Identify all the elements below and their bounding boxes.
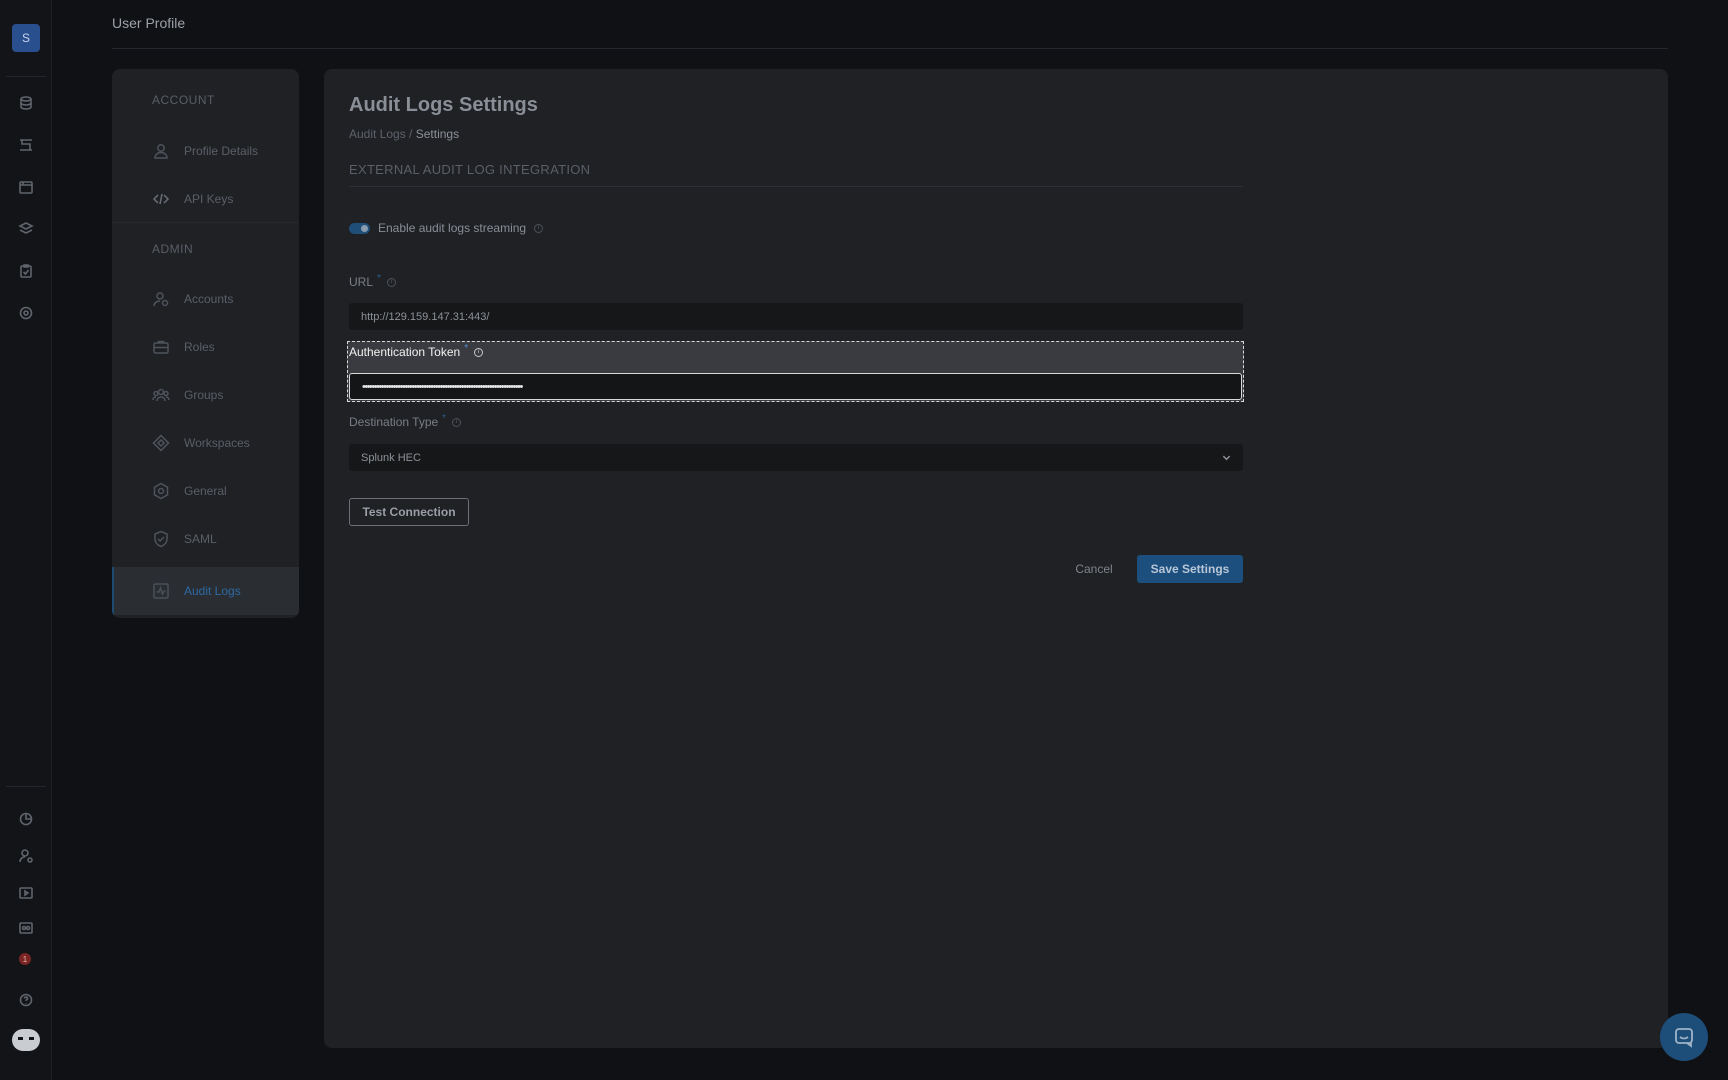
destination-type-label-text: Destination Type xyxy=(349,415,439,429)
nav-section-admin: ADMIN xyxy=(152,242,194,256)
info-icon[interactable]: i xyxy=(534,223,544,233)
auth-token-input[interactable]: ••••••••••••••••••••••••••••••••••••••••… xyxy=(349,373,1242,400)
streaming-toggle-row: Enable audit logs streaming i xyxy=(349,221,544,235)
breadcrumb: Audit Logs / Settings xyxy=(349,127,459,141)
briefcase-icon xyxy=(153,340,169,354)
settings-nav: ACCOUNT Profile Details API Keys ADMIN A… xyxy=(112,69,299,618)
cancel-button[interactable]: Cancel xyxy=(1062,555,1126,583)
required-mark: * xyxy=(464,342,469,354)
nav-item-label: Roles xyxy=(184,340,215,354)
breadcrumb-current: Settings xyxy=(415,127,460,141)
database-icon[interactable] xyxy=(14,91,38,115)
nav-item-roles[interactable]: Roles xyxy=(112,325,299,369)
nav-item-label: General xyxy=(184,484,227,498)
required-mark: * xyxy=(377,272,381,284)
required-mark: * xyxy=(442,412,447,424)
info-icon[interactable]: i xyxy=(452,417,462,427)
groups-icon xyxy=(152,388,170,402)
page-title: Audit Logs Settings xyxy=(349,94,538,116)
server-icon[interactable] xyxy=(14,916,38,940)
user-settings-icon[interactable] xyxy=(14,844,38,868)
info-icon[interactable]: i xyxy=(386,277,396,287)
audit-logs-settings-panel: Audit Logs Settings Audit Logs / Setting… xyxy=(324,69,1668,1048)
url-input[interactable]: http://129.159.147.31:443/ xyxy=(349,303,1243,330)
diamond-icon xyxy=(152,434,170,452)
nav-divider xyxy=(112,222,299,223)
nav-section-account: ACCOUNT xyxy=(152,93,215,107)
workspace-avatar[interactable]: S xyxy=(12,24,40,52)
nav-item-accounts[interactable]: Accounts xyxy=(112,277,299,321)
url-label: URL * i xyxy=(349,272,396,289)
header-divider xyxy=(112,48,1668,49)
pie-chart-icon[interactable] xyxy=(14,807,38,831)
nav-item-label: API Keys xyxy=(184,192,234,206)
app-rail: S 1 xyxy=(0,0,52,1080)
target-icon[interactable] xyxy=(14,301,38,325)
nav-item-workspaces[interactable]: Workspaces xyxy=(112,421,299,465)
pipeline-icon[interactable] xyxy=(14,133,38,157)
auth-token-label: Authentication Token * i xyxy=(349,342,484,359)
auth-token-field-focused: Authentication Token * i •••••••••••••••… xyxy=(347,341,1244,402)
code-icon xyxy=(152,193,170,205)
section-heading: EXTERNAL AUDIT LOG INTEGRATION xyxy=(349,162,591,177)
nav-item-profile-details[interactable]: Profile Details xyxy=(112,129,299,173)
destination-type-select[interactable]: Splunk HEC xyxy=(349,444,1243,471)
section-divider xyxy=(349,186,1243,187)
save-settings-button[interactable]: Save Settings xyxy=(1137,555,1243,583)
calendar-icon[interactable] xyxy=(14,175,38,199)
chevron-down-icon xyxy=(1222,453,1231,462)
user-icon xyxy=(154,144,168,159)
toggle-knob xyxy=(361,224,368,232)
nav-item-label: Groups xyxy=(184,388,224,402)
url-label-text: URL xyxy=(349,275,374,289)
nav-item-general[interactable]: General xyxy=(112,469,299,513)
nav-item-label: Workspaces xyxy=(184,436,250,450)
rail-divider xyxy=(6,786,46,787)
nav-item-label: Audit Logs xyxy=(184,584,241,598)
destination-type-label: Destination Type * i xyxy=(349,412,462,429)
nav-item-saml[interactable]: SAML xyxy=(112,517,299,561)
accounts-icon xyxy=(153,292,169,307)
breadcrumb-parent[interactable]: Audit Logs xyxy=(349,127,406,141)
activity-icon xyxy=(153,583,169,599)
chat-launcher-button[interactable] xyxy=(1660,1013,1708,1061)
chat-icon xyxy=(1675,1028,1693,1048)
shield-icon xyxy=(154,530,168,548)
info-icon[interactable]: i xyxy=(474,347,484,357)
help-icon[interactable] xyxy=(14,988,38,1012)
test-connection-button[interactable]: Test Connection xyxy=(349,498,469,526)
page-header-title: User Profile xyxy=(112,15,186,31)
nav-item-audit-logs[interactable]: Audit Logs xyxy=(112,567,299,615)
notification-badge[interactable]: 1 xyxy=(19,953,31,965)
rail-divider xyxy=(6,76,46,77)
breadcrumb-separator: / xyxy=(405,127,416,141)
nav-item-label: SAML xyxy=(184,532,217,546)
nav-item-label: Profile Details xyxy=(184,144,259,158)
nav-item-api-keys[interactable]: API Keys xyxy=(112,177,299,221)
play-box-icon[interactable] xyxy=(14,880,38,904)
nav-item-label: Accounts xyxy=(184,292,234,306)
auth-token-label-text: Authentication Token xyxy=(349,345,461,359)
streaming-toggle[interactable] xyxy=(349,222,370,234)
destination-type-value: Splunk HEC xyxy=(361,451,421,464)
chatbot-icon[interactable] xyxy=(12,1028,40,1052)
nav-item-groups[interactable]: Groups xyxy=(112,373,299,417)
gear-icon xyxy=(153,482,169,500)
streaming-toggle-label: Enable audit logs streaming xyxy=(378,221,527,235)
layers-icon[interactable] xyxy=(14,217,38,241)
clipboard-icon[interactable] xyxy=(14,259,38,283)
